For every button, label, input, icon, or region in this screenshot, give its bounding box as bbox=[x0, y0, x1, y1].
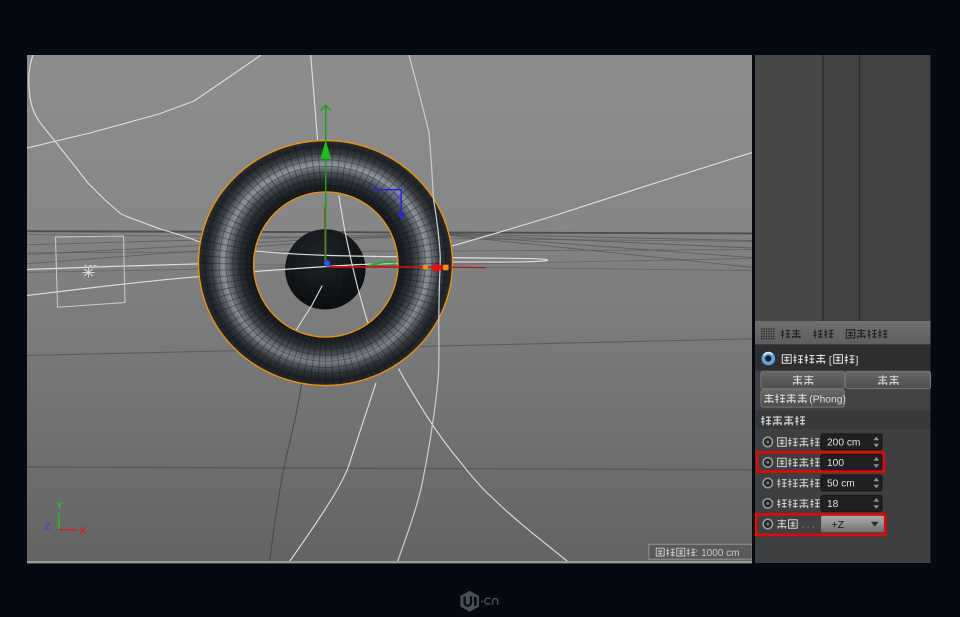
svg-text:[: [ bbox=[829, 354, 832, 366]
svg-text:100: 100 bbox=[827, 458, 844, 469]
svg-text:18: 18 bbox=[827, 499, 839, 510]
svg-text:(Phong): (Phong) bbox=[809, 394, 846, 405]
svg-text:: 1000 cm: : 1000 cm bbox=[696, 548, 740, 559]
svg-text:. . .: . . . bbox=[802, 519, 815, 529]
svg-text:Y: Y bbox=[56, 501, 63, 512]
svg-text:+Z: +Z bbox=[832, 519, 845, 531]
svg-text:X: X bbox=[80, 526, 87, 537]
svg-text:]: ] bbox=[856, 354, 859, 366]
svg-text:50 cm: 50 cm bbox=[827, 479, 855, 490]
svg-text:200 cm: 200 cm bbox=[827, 438, 860, 449]
svg-text:Z: Z bbox=[45, 521, 51, 532]
